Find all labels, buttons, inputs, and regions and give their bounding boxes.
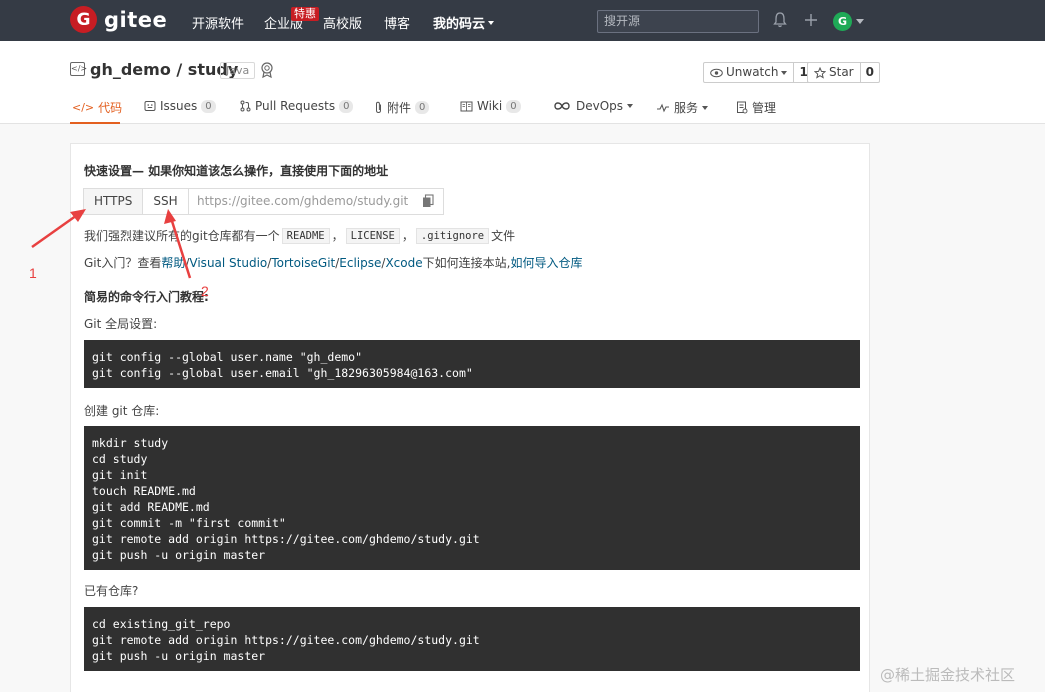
logo-mark-icon: G <box>70 6 97 33</box>
paperclip-icon <box>376 101 381 114</box>
star-icon <box>814 66 826 79</box>
pull-request-icon <box>240 100 251 112</box>
tab-code-label: 代码 <box>98 101 123 115</box>
pulse-icon <box>657 103 669 112</box>
star-count[interactable]: 0 <box>860 62 880 83</box>
star-button[interactable]: Star <box>807 62 861 83</box>
link-import-repo[interactable]: 如何导入仓库 <box>510 254 582 271</box>
avatar[interactable]: G <box>833 12 852 31</box>
existing-repo-label: 已有仓库? <box>84 584 139 598</box>
gitignore-tag[interactable]: .gitignore <box>415 227 490 244</box>
help-middle: 下如何连接本站, <box>422 256 511 270</box>
license-tag[interactable]: LICENSE <box>345 227 400 244</box>
active-tab-underline <box>70 122 120 124</box>
tab-services[interactable]: 服务 <box>656 99 709 116</box>
avatar-caret-icon[interactable] <box>856 19 864 24</box>
annotation-number-1: 1 <box>29 265 37 281</box>
nav-open-source[interactable]: 开源软件 <box>192 13 244 32</box>
plus-icon[interactable] <box>803 11 819 29</box>
nav-blog[interactable]: 博客 <box>384 13 410 32</box>
link-visual-studio[interactable]: Visual Studio <box>189 256 267 270</box>
help-prefix: Git入门？查看 <box>84 256 162 270</box>
star-label: Star <box>829 65 854 79</box>
link-tortoisegit[interactable]: TortoiseGit <box>271 256 335 270</box>
global-settings-code[interactable]: git config --global user.name "gh_demo" … <box>84 340 860 388</box>
create-repo-code[interactable]: mkdir study cd study git init touch READ… <box>84 426 860 570</box>
eye-icon <box>710 68 723 77</box>
top-navbar: G gitee 开源软件 企业版 特惠 高校版 博客 我的码云 搜开源 G <box>0 0 1045 41</box>
repo-code-icon: </> <box>70 62 87 76</box>
tab-devops-label: DevOps <box>576 99 624 113</box>
hot-badge: 特惠 <box>291 7 319 21</box>
language-tag[interactable]: Java <box>220 62 256 79</box>
tab-attachments[interactable]: 附件 0 <box>374 99 430 116</box>
tab-pull-requests[interactable]: Pull Requests 0 <box>240 99 354 113</box>
readme-tag[interactable]: README <box>281 227 330 244</box>
create-repo-label: 创建 git 仓库: <box>84 404 160 418</box>
settings-doc-icon <box>737 101 748 114</box>
suggest-sep-2: ， <box>401 229 414 243</box>
watch-button-group: Unwatch 1 <box>703 62 814 83</box>
tab-wiki-label: Wiki <box>477 99 503 113</box>
book-icon <box>460 101 473 111</box>
copy-icon[interactable] <box>422 194 434 208</box>
logo-text: gitee <box>104 7 168 32</box>
tab-issues[interactable]: Issues 0 <box>144 99 216 113</box>
link-xcode[interactable]: Xcode <box>385 256 422 270</box>
tab-code[interactable]: </> 代码 <box>72 99 122 116</box>
tab-attachments-count: 0 <box>415 101 430 114</box>
award-icon[interactable] <box>259 61 275 79</box>
infinity-icon <box>554 102 570 110</box>
watermark: @稀土掘金技术社区 <box>880 666 1016 684</box>
chevron-down-icon <box>781 70 788 75</box>
code-icon: </> <box>72 101 95 114</box>
tab-issues-count: 0 <box>201 99 216 113</box>
tab-wiki-count: 0 <box>506 99 521 113</box>
https-button[interactable]: HTTPS <box>83 188 144 215</box>
tab-pr-count: 0 <box>339 99 354 113</box>
global-settings-label: Git 全局设置: <box>84 317 158 331</box>
tab-attachments-label: 附件 <box>387 101 412 115</box>
chevron-down-icon <box>488 20 495 25</box>
watch-button[interactable]: Unwatch <box>703 62 795 83</box>
bell-icon[interactable] <box>772 11 788 29</box>
tab-wiki[interactable]: Wiki 0 <box>460 99 521 113</box>
suggest-line: 我们强烈建议所有的git仓库都有一个 README ， LICENSE ， .g… <box>84 227 515 244</box>
tab-issues-label: Issues <box>160 99 198 113</box>
issue-icon <box>144 101 156 111</box>
watch-label: Unwatch <box>726 65 779 79</box>
tab-services-label: 服务 <box>674 101 699 115</box>
help-link[interactable]: 帮助 <box>161 254 185 271</box>
tab-manage-label: 管理 <box>752 101 777 115</box>
repo-title[interactable]: gh_demo / study <box>90 60 238 79</box>
link-eclipse[interactable]: Eclipse <box>339 256 381 270</box>
clone-url-input[interactable]: https://gitee.com/ghdemo/study.git <box>188 188 444 215</box>
gitee-logo[interactable]: G gitee <box>70 6 167 33</box>
tab-devops[interactable]: DevOps <box>552 99 634 113</box>
nav-my-gitee[interactable]: 我的码云 <box>433 13 495 32</box>
nav-my-gitee-label: 我的码云 <box>433 17 486 32</box>
quick-setup-panel: 快速设置— 如果你知道该怎么操作，直接使用下面的地址 HTTPS SSH htt… <box>70 143 870 692</box>
ssh-button[interactable]: SSH <box>143 188 189 215</box>
tutorial-title: 简易的命令行入门教程: <box>84 290 209 304</box>
nav-university[interactable]: 高校版 <box>323 13 362 32</box>
help-line: Git入门？查看 帮助 / Visual Studio / TortoiseGi… <box>84 254 582 271</box>
chevron-down-icon <box>627 104 634 108</box>
annotation-number-2: 2 <box>201 283 209 299</box>
suggest-sep-1: ， <box>331 229 344 243</box>
tab-pr-label: Pull Requests <box>255 99 336 113</box>
suggest-prefix: 我们强烈建议所有的git仓库都有一个 <box>84 229 280 243</box>
chevron-down-icon <box>702 105 709 110</box>
search-input[interactable]: 搜开源 <box>597 10 759 33</box>
star-button-group: Star 0 <box>807 62 880 83</box>
tab-manage[interactable]: 管理 <box>736 99 776 116</box>
repo-header: </> gh_demo / study Java Unwatch 1 Star … <box>0 41 1045 124</box>
suggest-suffix: 文件 <box>491 229 516 243</box>
existing-repo-code[interactable]: cd existing_git_repo git remote add orig… <box>84 607 860 671</box>
protocol-toggle: HTTPS SSH <box>83 188 189 215</box>
quick-setup-title: 快速设置— 如果你知道该怎么操作，直接使用下面的地址 <box>84 164 389 178</box>
